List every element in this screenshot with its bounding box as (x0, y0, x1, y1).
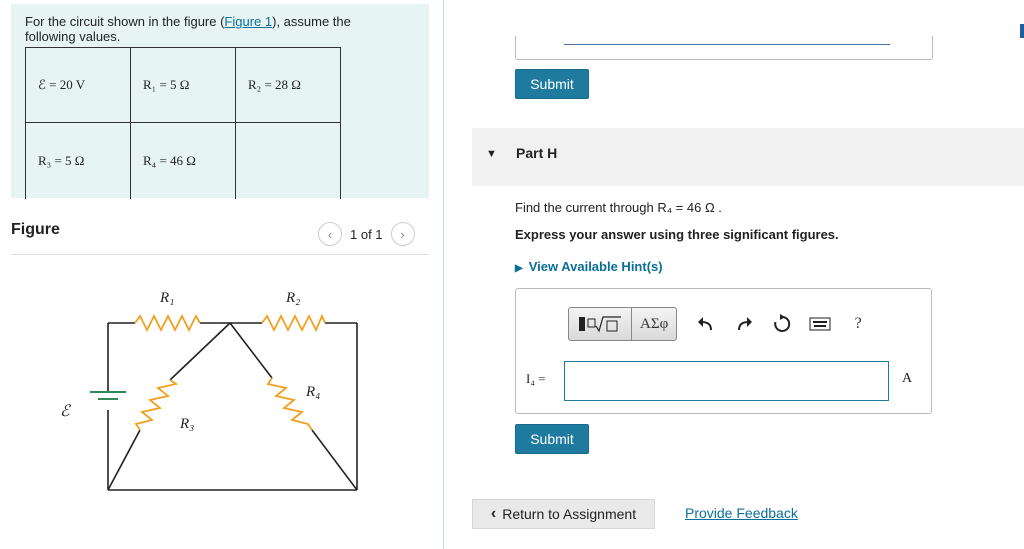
circuit-diagram: R₁ R₂ R₃ R₄ ℰ (60, 290, 358, 491)
submit-button-previous[interactable]: Submit (515, 69, 589, 99)
submit-button[interactable]: Submit (515, 424, 589, 454)
label-r1: R₁ (159, 290, 174, 306)
pager-text: 1 of 1 (350, 226, 383, 242)
scroll-indicator (1020, 24, 1024, 38)
question-text: Find the current through R₄ = 46 Ω . (515, 200, 722, 215)
provide-feedback-link[interactable]: Provide Feedback (685, 505, 798, 521)
chevron-left-icon: ‹ (490, 505, 497, 522)
figure-divider (11, 254, 429, 255)
value-r1: R₁ = 5 Ω (130, 47, 236, 123)
answer-input[interactable] (564, 361, 889, 401)
return-to-assignment-button[interactable]: ‹ Return to Assignment (472, 499, 655, 529)
figure-pager: ‹ 1 of 1 › (318, 222, 415, 246)
part-h-header[interactable]: ▼ Part H (472, 128, 1024, 186)
reset-icon[interactable] (763, 307, 801, 341)
value-r2: R₂ = 28 Ω (235, 47, 341, 123)
redo-icon[interactable] (725, 307, 763, 341)
value-emf: ℰ = 20 V (25, 47, 131, 123)
previous-answer-field[interactable] (515, 36, 933, 60)
collapse-triangle-icon[interactable]: ▼ (486, 148, 497, 160)
figure-heading: Figure (11, 221, 60, 238)
value-r3: R₃ = 5 Ω (25, 122, 131, 199)
unit-label: A (902, 371, 913, 386)
value-empty (235, 122, 341, 199)
resistor-r2 (261, 313, 326, 333)
figure-link[interactable]: Figure 1 (224, 14, 272, 29)
return-label: Return to Assignment (502, 506, 637, 522)
value-r4: R₄ = 46 Ω (130, 122, 236, 199)
intro-text-start: For the circuit shown in the figure ( (25, 14, 225, 29)
label-emf: ℰ (60, 403, 72, 420)
resistor-r3 (134, 379, 179, 431)
view-hints-link[interactable]: ▶ View Available Hint(s) (515, 259, 663, 274)
part-title: Part H (516, 145, 558, 161)
fraction-sqrt-icon[interactable] (569, 308, 631, 340)
keyboard-icon[interactable] (801, 307, 839, 341)
help-button[interactable]: ? (839, 307, 877, 341)
instruction-text: Express your answer using three signific… (515, 227, 839, 242)
caret-right-icon: ▶ (515, 263, 523, 274)
problem-intro-panel: For the circuit shown in the figure (Fig… (11, 4, 429, 199)
chevron-right-icon[interactable]: › (390, 222, 415, 246)
label-r4: R₄ (305, 384, 320, 400)
values-table: ℰ = 20 V R₁ = 5 Ω R₂ = 28 Ω R₃ = 5 Ω R₄ … (25, 47, 341, 199)
label-r3: R₃ (179, 416, 194, 432)
undo-icon[interactable] (687, 307, 725, 341)
intro-text: For the circuit shown in the figure (Fig… (25, 14, 405, 44)
resistor-r1 (134, 313, 201, 333)
math-toolbar: ΑΣφ ? (568, 307, 877, 341)
symbols-button[interactable]: ΑΣφ (631, 308, 676, 340)
variable-label: I₄ = (526, 371, 546, 386)
answer-panel: ΑΣφ ? I₄ = A (515, 288, 932, 414)
chevron-left-icon[interactable]: ‹ (318, 222, 342, 246)
hints-label: View Available Hint(s) (528, 259, 663, 274)
template-group: ΑΣφ (568, 307, 678, 341)
column-divider (443, 0, 444, 549)
label-r2: R₂ (285, 290, 300, 306)
